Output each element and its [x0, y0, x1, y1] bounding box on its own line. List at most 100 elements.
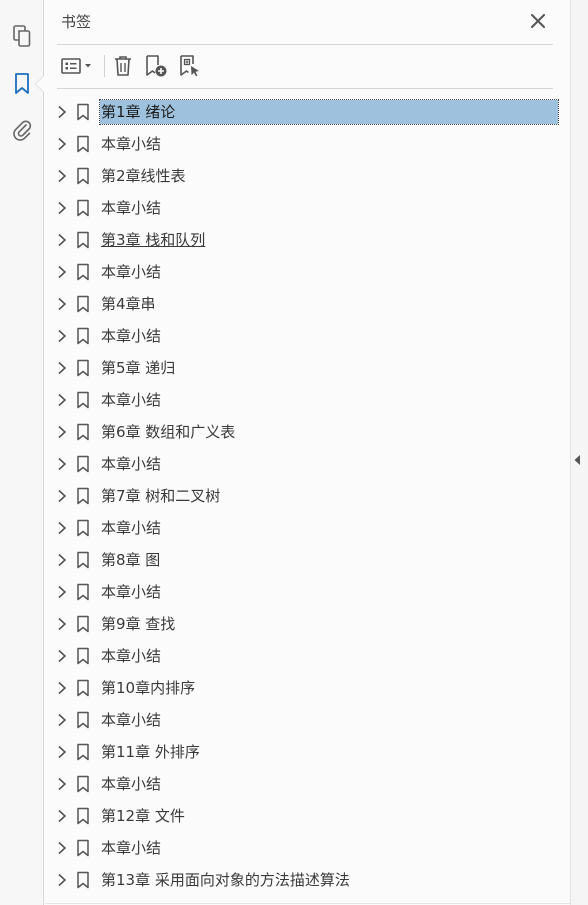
bookmark-icon — [75, 231, 91, 249]
bookmark-label[interactable]: 本章小结 — [100, 516, 163, 540]
chevron-right-icon[interactable] — [55, 841, 69, 855]
bookmark-icon — [75, 391, 91, 409]
bookmark-item[interactable]: 本章小结 — [45, 768, 570, 800]
bookmark-label[interactable]: 本章小结 — [100, 132, 163, 156]
bookmark-item[interactable]: 第8章 图 — [45, 544, 570, 576]
new-bookmark-from-structure-button[interactable] — [177, 52, 203, 80]
chevron-right-icon[interactable] — [55, 265, 69, 279]
chevron-right-icon[interactable] — [55, 201, 69, 215]
bookmark-item[interactable]: 第12章 文件 — [45, 800, 570, 832]
bookmark-item[interactable]: 第10章内排序 — [45, 672, 570, 704]
chevron-right-icon[interactable] — [55, 873, 69, 887]
bookmark-icon — [75, 647, 91, 665]
bookmark-item[interactable]: 第9章 查找 — [45, 608, 570, 640]
navigation-rail — [0, 0, 44, 905]
bookmark-icon — [75, 135, 91, 153]
bookmark-label[interactable]: 第5章 递归 — [100, 356, 177, 380]
bookmark-item[interactable]: 本章小结 — [45, 128, 570, 160]
chevron-right-icon[interactable] — [55, 329, 69, 343]
bookmark-item[interactable]: 本章小结 — [45, 576, 570, 608]
bookmark-item[interactable]: 第2章线性表 — [45, 160, 570, 192]
chevron-right-icon[interactable] — [55, 297, 69, 311]
chevron-right-icon[interactable] — [55, 521, 69, 535]
bookmark-label[interactable]: 本章小结 — [100, 452, 163, 476]
delete-bookmark-button[interactable] — [111, 52, 135, 80]
bookmark-item[interactable]: 第13章 采用面向对象的方法描述算法 — [45, 864, 570, 896]
bookmark-label[interactable]: 第2章线性表 — [100, 164, 188, 188]
bookmark-item[interactable]: 第7章 树和二叉树 — [45, 480, 570, 512]
close-panel-button[interactable] — [529, 12, 547, 30]
chevron-right-icon[interactable] — [55, 361, 69, 375]
chevron-right-icon[interactable] — [55, 617, 69, 631]
bookmark-item[interactable]: 本章小结 — [45, 320, 570, 352]
new-bookmark-button[interactable] — [143, 52, 169, 80]
chevron-right-icon[interactable] — [55, 233, 69, 247]
bookmark-label[interactable]: 本章小结 — [100, 388, 163, 412]
chevron-right-icon[interactable] — [55, 809, 69, 823]
bookmark-label[interactable]: 第10章内排序 — [100, 676, 197, 700]
chevron-right-icon[interactable] — [55, 585, 69, 599]
chevron-right-icon[interactable] — [55, 553, 69, 567]
chevron-right-icon[interactable] — [55, 745, 69, 759]
chevron-right-icon[interactable] — [55, 105, 69, 119]
bookmark-label[interactable]: 第9章 查找 — [100, 612, 177, 636]
bookmark-label[interactable]: 第7章 树和二叉树 — [100, 484, 222, 508]
chevron-right-icon[interactable] — [55, 681, 69, 695]
bookmark-label[interactable]: 第1章 绪论 — [99, 99, 559, 125]
options-menu-button[interactable] — [59, 52, 97, 80]
bookmark-label[interactable]: 本章小结 — [100, 260, 163, 284]
bookmark-icon — [75, 295, 91, 313]
bookmark-item[interactable]: 本章小结 — [45, 640, 570, 672]
chevron-right-icon[interactable] — [55, 169, 69, 183]
bookmark-label[interactable]: 第3章 栈和队列 — [100, 228, 207, 252]
bookmark-label[interactable]: 本章小结 — [100, 324, 163, 348]
bookmarks-panel: 书签 第1章 绪论 本章小结 第2章线性表 本章小结 第3章 栈和队列 本章小结… — [45, 0, 570, 905]
bookmark-icon — [75, 775, 91, 793]
bookmark-item[interactable]: 本章小结 — [45, 512, 570, 544]
bookmark-item[interactable]: 本章小结 — [45, 704, 570, 736]
bookmark-label[interactable]: 本章小结 — [100, 772, 163, 796]
page-thumbnails-icon[interactable] — [8, 22, 36, 50]
bookmark-label[interactable]: 本章小结 — [100, 644, 163, 668]
bookmarks-icon[interactable] — [8, 70, 36, 98]
bookmark-icon — [75, 583, 91, 601]
bookmark-item[interactable]: 本章小结 — [45, 384, 570, 416]
bookmark-label[interactable]: 第8章 图 — [100, 548, 162, 572]
bookmark-item[interactable]: 第3章 栈和队列 — [45, 224, 570, 256]
bookmark-item[interactable]: 第1章 绪论 — [45, 96, 570, 128]
bookmark-item[interactable]: 本章小结 — [45, 192, 570, 224]
bookmark-label[interactable]: 第13章 采用面向对象的方法描述算法 — [100, 868, 352, 892]
bookmark-icon — [75, 103, 91, 121]
chevron-right-icon[interactable] — [55, 713, 69, 727]
bookmark-item[interactable]: 第6章 数组和广义表 — [45, 416, 570, 448]
bookmark-item[interactable]: 第11章 外排序 — [45, 736, 570, 768]
attachments-icon[interactable] — [8, 116, 36, 144]
chevron-right-icon[interactable] — [55, 649, 69, 663]
bookmark-item[interactable]: 本章小结 — [45, 448, 570, 480]
bookmark-item[interactable]: 第4章串 — [45, 288, 570, 320]
bookmark-label[interactable]: 本章小结 — [100, 580, 163, 604]
bookmark-label[interactable]: 第12章 文件 — [100, 804, 187, 828]
chevron-right-icon[interactable] — [55, 457, 69, 471]
chevron-right-icon[interactable] — [55, 425, 69, 439]
bookmark-item[interactable]: 本章小结 — [45, 256, 570, 288]
bookmark-icon — [75, 807, 91, 825]
bookmark-icon — [75, 263, 91, 281]
collapse-panel-button[interactable] — [572, 452, 582, 468]
bookmark-item[interactable]: 第5章 递归 — [45, 352, 570, 384]
chevron-right-icon[interactable] — [55, 393, 69, 407]
bookmark-label[interactable]: 本章小结 — [100, 836, 163, 860]
bookmark-label[interactable]: 本章小结 — [100, 196, 163, 220]
new-bookmark-icon — [146, 55, 167, 77]
panel-bottom-border — [45, 903, 570, 904]
close-icon — [531, 14, 545, 28]
bookmark-item[interactable]: 本章小结 — [45, 832, 570, 864]
bookmark-label[interactable]: 本章小结 — [100, 708, 163, 732]
trash-icon — [115, 56, 131, 76]
bookmark-label[interactable]: 第11章 外排序 — [100, 740, 202, 764]
chevron-right-icon[interactable] — [55, 777, 69, 791]
chevron-right-icon[interactable] — [55, 137, 69, 151]
bookmark-label[interactable]: 第6章 数组和广义表 — [100, 420, 237, 444]
chevron-right-icon[interactable] — [55, 489, 69, 503]
bookmark-label[interactable]: 第4章串 — [100, 292, 158, 316]
